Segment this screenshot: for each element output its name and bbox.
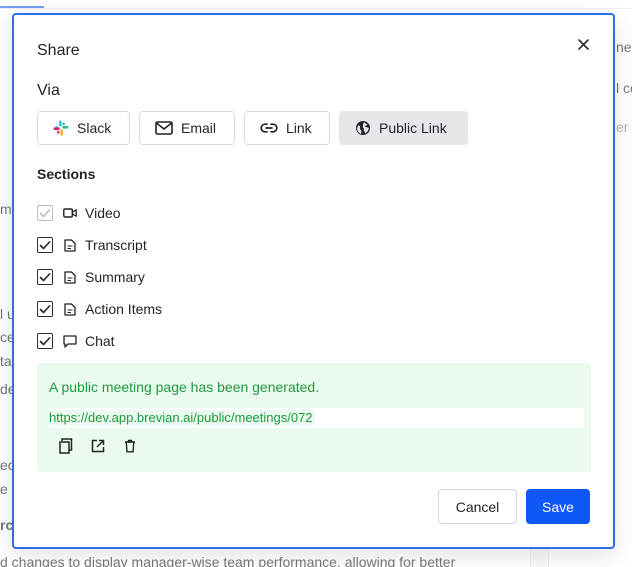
cancel-button[interactable]: Cancel [438, 489, 517, 524]
open-external-icon[interactable] [90, 438, 106, 454]
share-dialog: Share Via Slack Email Link Public Link S… [12, 13, 615, 549]
section-label: Action Items [85, 301, 163, 317]
transcript-checkbox[interactable] [37, 237, 53, 253]
slack-icon [53, 120, 69, 136]
mail-icon [155, 121, 173, 135]
public-link-url-field[interactable]: https://dev.app.brevian.ai/public/meetin… [49, 408, 584, 428]
bg-right-text: l co [616, 80, 632, 96]
sections-heading: Sections [37, 166, 96, 182]
bg-left-fragment: m [0, 201, 12, 217]
link-label: Link [286, 120, 312, 136]
document-icon [63, 238, 77, 252]
video-icon [63, 206, 77, 220]
public-link-actions [58, 438, 138, 454]
sections-list: Video Transcript Summary Action Items Ch… [37, 197, 162, 357]
document-icon [63, 302, 77, 316]
section-label: Video [85, 205, 121, 221]
dialog-title: Share [37, 42, 80, 59]
close-button[interactable] [572, 33, 594, 55]
chat-icon [63, 334, 77, 348]
section-item-action-items: Action Items [37, 293, 162, 325]
section-item-chat: Chat [37, 325, 162, 357]
public-link-url: https://dev.app.brevian.ai/public/meetin… [49, 410, 315, 425]
header-divider [0, 8, 632, 9]
public-link-panel: A public meeting page has been generated… [37, 363, 591, 472]
public-link-label: Public Link [379, 120, 447, 136]
email-label: Email [181, 120, 217, 136]
dialog-footer: Cancel Save [438, 489, 590, 524]
bg-right-text: ne [616, 39, 632, 55]
share-via-link-button[interactable]: Link [244, 111, 330, 145]
share-via-public-link-button[interactable]: Public Link [339, 111, 468, 145]
copy-icon[interactable] [58, 438, 74, 454]
section-label: Chat [85, 333, 115, 349]
document-icon [63, 270, 77, 284]
summary-checkbox[interactable] [37, 269, 53, 285]
section-label: Summary [85, 269, 145, 285]
public-link-message: A public meeting page has been generated… [49, 379, 320, 395]
bg-right-text: er [616, 119, 629, 135]
bg-left-fragment: ta [0, 353, 12, 369]
chat-checkbox[interactable] [37, 333, 53, 349]
section-item-transcript: Transcript [37, 229, 162, 261]
trash-icon[interactable] [122, 438, 138, 454]
via-label: Via [37, 82, 60, 99]
share-via-email-button[interactable]: Email [139, 111, 235, 145]
bg-bottom-line: d changes to display manager-wise team p… [0, 554, 456, 567]
section-item-video: Video [37, 197, 162, 229]
save-button[interactable]: Save [526, 489, 590, 524]
link-icon [260, 123, 278, 133]
globe-icon [355, 120, 371, 136]
share-via-options: Slack Email Link Public Link [37, 111, 468, 145]
section-item-summary: Summary [37, 261, 162, 293]
action-items-checkbox[interactable] [37, 301, 53, 317]
share-via-slack-button[interactable]: Slack [37, 111, 130, 145]
close-icon [577, 38, 589, 50]
video-checkbox[interactable] [37, 205, 53, 221]
slack-label: Slack [77, 120, 112, 136]
section-label: Transcript [85, 237, 147, 253]
